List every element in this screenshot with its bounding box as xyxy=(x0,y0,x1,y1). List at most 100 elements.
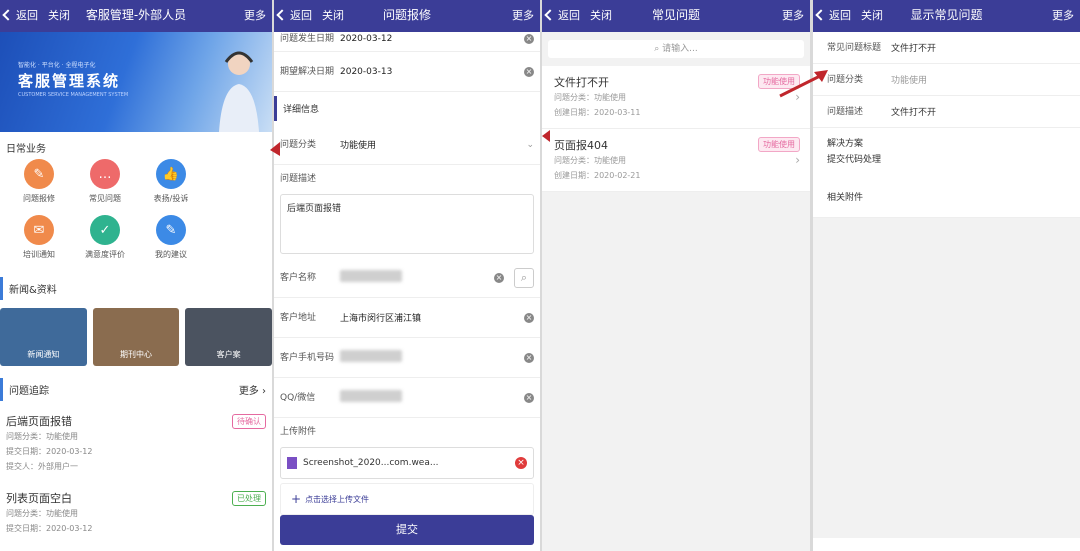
faq-list: 文件打不开 功能使用 问题分类：功能使用 创建日期：2020-03-11 › 页面报404… xyxy=(542,66,810,192)
tile-1[interactable]: … 常见问题 xyxy=(72,159,138,215)
status-badge: 已处理 xyxy=(232,490,266,506)
solution-value: 提交代码处理 xyxy=(827,155,882,165)
item-title: 列表页面空白 xyxy=(6,492,72,505)
customer-name-label: 客户名称 xyxy=(280,272,317,283)
tile-icon: ✉ xyxy=(24,215,54,245)
detail-section-title: 详细信息 xyxy=(274,96,540,121)
customer-phone-row[interactable]: 客户手机号码 × xyxy=(274,338,540,378)
description-textarea[interactable]: 后端页面报错 xyxy=(280,194,534,254)
tile-3[interactable]: ✉ 培训通知 xyxy=(6,215,72,271)
news-card-label: 期刊中心 xyxy=(120,350,152,359)
back-button[interactable]: 返回 xyxy=(2,7,38,23)
faq-item[interactable]: 页面报404 功能使用 问题分类：功能使用 创建日期：2020-02-21 › xyxy=(542,129,810,192)
more-button[interactable]: 更多 xyxy=(782,7,804,23)
submit-button[interactable]: 提交 xyxy=(280,515,534,545)
empty-area xyxy=(813,218,1080,538)
customer-phone-label: 客户手机号码 xyxy=(280,352,335,363)
search-icon[interactable]: ⌕ xyxy=(514,267,534,288)
clear-icon[interactable]: × xyxy=(524,392,534,403)
list-item[interactable]: 列表页面空白 已处理 问题分类：功能使用 提交日期：2020-03-12 xyxy=(0,482,272,544)
expect-date-row[interactable]: 期望解决日期 2020-03-13 × xyxy=(274,52,540,92)
tile-4[interactable]: ✓ 满意度评价 xyxy=(72,215,138,271)
category-badge: 功能使用 xyxy=(758,74,800,89)
clear-icon[interactable]: × xyxy=(494,272,504,283)
screen-report: 返回 关闭 问题报修 更多 问题发生日期 2020-03-12 × 期望解决日期 20… xyxy=(274,0,540,551)
search-input[interactable]: ⌕ 请输入... xyxy=(548,40,804,58)
screen-home: 返回 关闭 客服管理-外部人员 更多 智能化 · 平台化 · 全程电子化 客服管… xyxy=(0,0,272,551)
back-label: 返回 xyxy=(290,9,312,22)
news-card-2[interactable]: 客户案 xyxy=(185,308,272,366)
back-label: 返回 xyxy=(558,9,580,22)
tile-icon: 👍 xyxy=(156,159,186,189)
tile-5[interactable]: ✎ 我的建议 xyxy=(138,215,204,271)
back-button[interactable]: 返回 xyxy=(544,7,580,23)
upload-button[interactable]: + 点击选择上传文件 xyxy=(280,483,534,515)
item-title-row: 列表页面空白 已处理 xyxy=(6,490,266,506)
close-button[interactable]: 关闭 xyxy=(322,7,344,23)
attachments-label: 相关附件 xyxy=(813,176,1080,218)
more-button[interactable]: 更多 xyxy=(1052,7,1074,23)
close-button[interactable]: 关闭 xyxy=(590,7,612,23)
page-title: 常见问题 xyxy=(651,8,700,22)
track-title: 问题追踪 xyxy=(9,386,49,397)
tile-label: 常见问题 xyxy=(89,194,121,203)
clear-icon[interactable]: × xyxy=(524,312,534,323)
blurred-text xyxy=(340,350,402,362)
detail-value: 文件打不开 xyxy=(891,44,937,54)
close-button[interactable]: 关闭 xyxy=(861,7,883,23)
nav-bar: 返回 关闭 客服管理-外部人员 更多 xyxy=(0,0,272,32)
customer-name-row[interactable]: 客户名称 × ⌕ xyxy=(274,258,540,298)
tile-label: 表扬/投诉 xyxy=(153,194,189,203)
clear-icon[interactable]: × xyxy=(524,33,534,44)
back-button[interactable]: 返回 xyxy=(815,7,851,23)
screen-faq-detail: 返回 关闭 显示常见问题 更多 常见问题标题 文件打不开 问题分类 功能使用 问题描述文… xyxy=(813,0,1080,551)
occur-date-row[interactable]: 问题发生日期 2020-03-12 × xyxy=(274,26,540,52)
tile-label: 我的建议 xyxy=(155,250,187,259)
track-section-header: 问题追踪 更多 › xyxy=(0,378,272,401)
item-meta: 提交日期：2020-03-12 xyxy=(6,524,93,533)
tile-icon: ✎ xyxy=(156,215,186,245)
news-card-1[interactable]: 期刊中心 xyxy=(92,308,180,366)
customer-address-label: 客户地址 xyxy=(280,312,317,323)
back-button[interactable]: 返回 xyxy=(276,7,312,23)
chevron-left-icon xyxy=(815,9,827,21)
detail-row: 常见问题标题 文件打不开 xyxy=(813,32,1080,64)
customer-address-value: 上海市闵行区浦江镇 xyxy=(340,314,422,324)
list-item[interactable]: 后端页面报错 待确认 问题分类：功能使用 提交日期：2020-03-12 提交人：外部用… xyxy=(0,405,272,482)
tile-icon: ✎ xyxy=(24,159,54,189)
news-title: 新闻&资料 xyxy=(9,285,57,296)
more-button[interactable]: 更多 xyxy=(244,7,266,23)
item-title: 后端页面报错 xyxy=(6,415,72,428)
chevron-right-icon: › xyxy=(795,153,800,167)
news-card-0[interactable]: 新闻通知 xyxy=(0,308,87,366)
blurred-text xyxy=(340,390,402,402)
search-bar: ⌕ 请输入... xyxy=(542,32,810,66)
empty-area xyxy=(542,192,810,551)
description-label: 问题描述 xyxy=(280,174,317,184)
tile-2[interactable]: 👍 表扬/投诉 xyxy=(138,159,204,215)
more-button[interactable]: 更多 xyxy=(512,7,534,23)
expect-date-value: 2020-03-13 xyxy=(340,66,393,77)
news-card-label: 客户案 xyxy=(216,350,241,359)
customer-address-row[interactable]: 客户地址 上海市闵行区浦江镇 × xyxy=(274,298,540,338)
clear-icon[interactable]: × xyxy=(524,352,534,363)
clear-icon[interactable]: × xyxy=(524,66,534,77)
tile-icon: ✓ xyxy=(90,215,120,245)
chevron-left-icon xyxy=(276,9,288,21)
faq-item[interactable]: 文件打不开 功能使用 问题分类：功能使用 创建日期：2020-03-11 › xyxy=(542,66,810,129)
qq-wechat-row[interactable]: QQ/微信 × xyxy=(274,378,540,418)
track-more-link[interactable]: 更多 › xyxy=(239,382,266,397)
tile-label: 培训通知 xyxy=(23,250,55,259)
back-label: 返回 xyxy=(16,9,38,22)
detail-value: 功能使用 xyxy=(891,76,928,86)
customer-name-value xyxy=(340,270,534,285)
category-select[interactable]: 问题分类 功能使用 ⌄ xyxy=(274,125,540,165)
detail-row: 问题描述 文件打不开 xyxy=(813,96,1080,128)
detail-label: 常见问题标题 xyxy=(827,42,882,53)
delete-icon[interactable]: × xyxy=(515,457,527,469)
attachment-item[interactable]: Screenshot_2020...com.wea... × xyxy=(280,447,534,479)
customer-phone-value xyxy=(340,350,534,365)
close-button[interactable]: 关闭 xyxy=(48,7,70,23)
item-title-row: 后端页面报错 待确认 xyxy=(6,413,266,429)
tile-0[interactable]: ✎ 问题报修 xyxy=(6,159,72,215)
